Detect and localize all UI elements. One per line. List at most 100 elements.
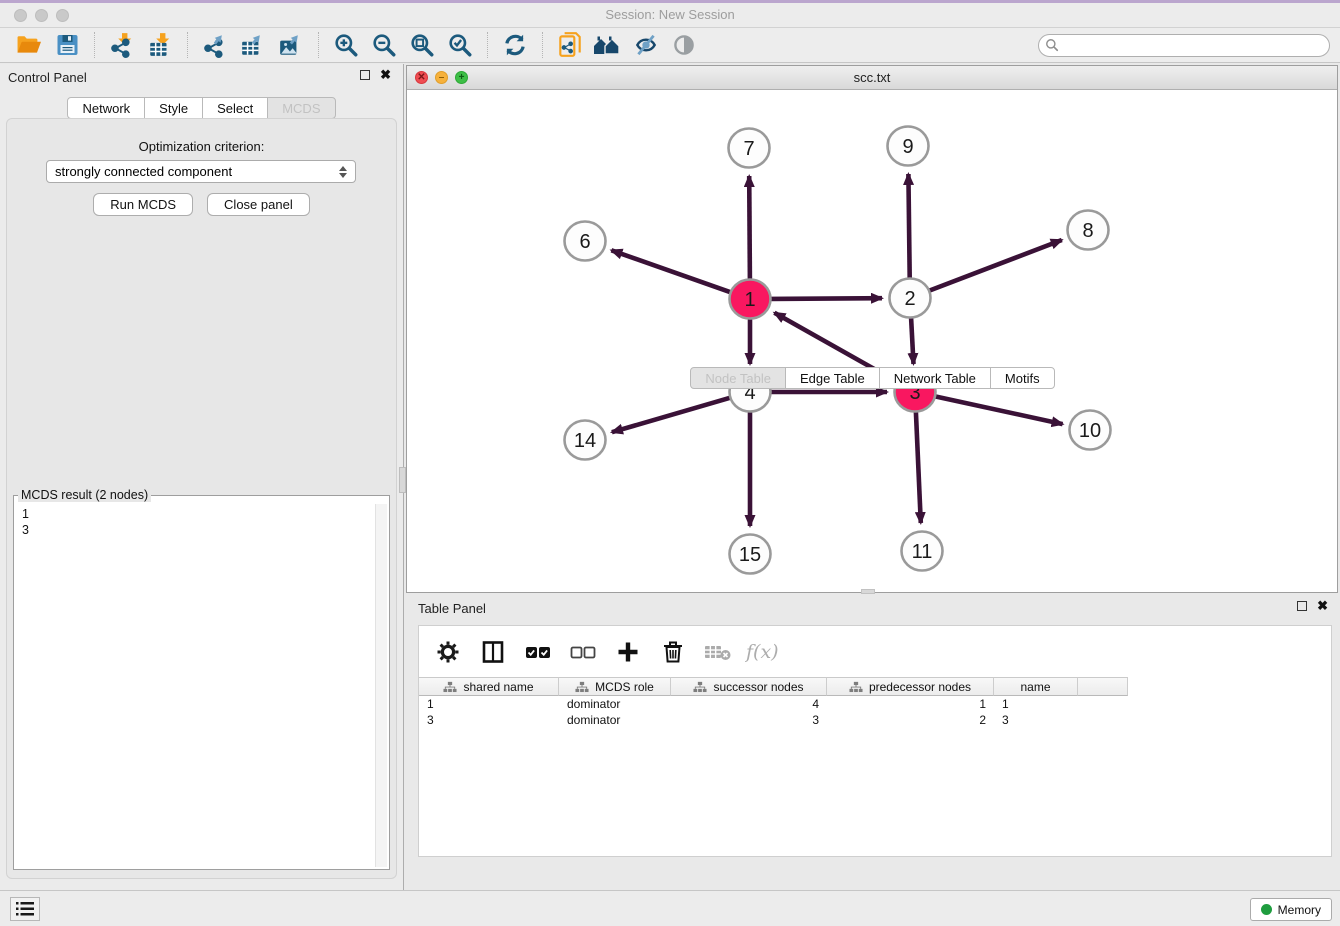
graph-edge[interactable] bbox=[929, 240, 1062, 291]
table-row[interactable]: 1dominator411 bbox=[419, 697, 1331, 713]
graph-edge[interactable] bbox=[611, 250, 731, 292]
table-cell[interactable]: 3 bbox=[419, 713, 559, 729]
svg-text:f(x): f(x) bbox=[745, 641, 779, 663]
deselect-all-button[interactable] bbox=[568, 637, 598, 667]
table-cell[interactable]: dominator bbox=[559, 697, 671, 713]
export-image-icon bbox=[277, 32, 305, 58]
close-panel-icon[interactable]: ✖ bbox=[380, 70, 391, 80]
graph-node[interactable]: 1 bbox=[730, 280, 771, 319]
graph-node[interactable]: 9 bbox=[888, 127, 929, 166]
column-header[interactable]: shared name bbox=[419, 677, 559, 696]
clone-network-button[interactable] bbox=[554, 30, 586, 60]
task-history-button[interactable] bbox=[10, 897, 40, 921]
graph-edge[interactable] bbox=[749, 176, 750, 279]
add-button[interactable] bbox=[613, 637, 643, 667]
tree-icon bbox=[849, 681, 863, 693]
columns-button[interactable] bbox=[478, 637, 508, 667]
graph-node[interactable]: 7 bbox=[729, 129, 770, 168]
zoom-in-button[interactable] bbox=[330, 30, 362, 60]
float-table-panel-icon[interactable] bbox=[1297, 601, 1307, 611]
svg-text:8: 8 bbox=[1082, 220, 1093, 242]
graph-edge[interactable] bbox=[911, 318, 913, 364]
import-table-icon bbox=[147, 32, 173, 58]
column-header[interactable]: predecessor nodes bbox=[827, 677, 994, 696]
delete-button[interactable] bbox=[658, 637, 688, 667]
table-cell[interactable]: 3 bbox=[671, 713, 827, 729]
import-table-button[interactable] bbox=[144, 30, 176, 60]
import-network-button[interactable] bbox=[106, 30, 138, 60]
table-cell[interactable]: 1 bbox=[994, 697, 1078, 713]
optimization-dropdown[interactable]: strongly connected component bbox=[46, 160, 356, 183]
zoom-out-button[interactable] bbox=[368, 30, 400, 60]
graphics-details-button[interactable] bbox=[630, 30, 662, 60]
tab-select[interactable]: Select bbox=[202, 97, 268, 119]
table-row[interactable]: 3dominator323 bbox=[419, 713, 1331, 729]
graph-edge[interactable] bbox=[612, 398, 731, 433]
tab-network[interactable]: Network bbox=[67, 97, 145, 119]
column-header[interactable] bbox=[1078, 677, 1128, 696]
graph-node[interactable]: 2 bbox=[890, 279, 931, 318]
run-mcds-button[interactable]: Run MCDS bbox=[93, 193, 193, 216]
save-session-button[interactable] bbox=[51, 30, 83, 60]
network-window-titlebar[interactable]: ✕ – + scc.txt bbox=[407, 66, 1337, 90]
export-image-button[interactable] bbox=[275, 30, 307, 60]
graph-edge[interactable] bbox=[916, 412, 921, 523]
tab-node-table[interactable]: Node Table bbox=[690, 367, 786, 389]
close-panel-button[interactable]: Close panel bbox=[207, 193, 310, 216]
settings-button[interactable] bbox=[433, 637, 463, 667]
tab-edge-table[interactable]: Edge Table bbox=[785, 367, 880, 389]
table-panel-tabs: Node TableEdge TableNetwork TableMotifs bbox=[405, 367, 1340, 389]
graph-edge[interactable] bbox=[770, 298, 882, 299]
zoom-selected-button[interactable] bbox=[444, 30, 476, 60]
table-cell[interactable]: dominator bbox=[559, 713, 671, 729]
home-button[interactable] bbox=[592, 30, 624, 60]
export-table-button[interactable] bbox=[237, 30, 269, 60]
main-toolbar bbox=[0, 28, 1340, 63]
refresh-button[interactable] bbox=[499, 30, 531, 60]
table-cell[interactable]: 1 bbox=[419, 697, 559, 713]
float-panel-icon[interactable] bbox=[360, 70, 370, 80]
select-all-button[interactable] bbox=[523, 637, 553, 667]
open-file-button[interactable] bbox=[13, 30, 45, 60]
column-header[interactable]: name bbox=[994, 677, 1078, 696]
zoom-fit-button[interactable] bbox=[406, 30, 438, 60]
main-titlebar[interactable]: Session: New Session bbox=[0, 3, 1340, 28]
table-cell[interactable]: 1 bbox=[827, 697, 994, 713]
graph-edge[interactable] bbox=[908, 174, 909, 278]
memory-button[interactable]: Memory bbox=[1250, 898, 1332, 921]
graph-node[interactable]: 14 bbox=[565, 421, 606, 460]
close-table-panel-icon[interactable]: ✖ bbox=[1317, 601, 1328, 611]
column-header[interactable]: successor nodes bbox=[671, 677, 827, 696]
svg-text:2: 2 bbox=[904, 288, 915, 310]
toolbar-separator bbox=[318, 32, 319, 58]
mcds-result-list[interactable]: 13 bbox=[16, 504, 387, 867]
column-header[interactable]: MCDS role bbox=[559, 677, 671, 696]
zoom-selected-icon bbox=[447, 32, 473, 58]
table-header-row: shared nameMCDS rolesuccessor nodesprede… bbox=[419, 677, 1128, 696]
graph-node[interactable]: 11 bbox=[902, 532, 943, 571]
network-canvas[interactable]: 7968124314101511 bbox=[407, 90, 1337, 592]
result-scrollbar[interactable] bbox=[375, 504, 387, 867]
tab-style[interactable]: Style bbox=[144, 97, 203, 119]
horizontal-splitter-handle[interactable] bbox=[861, 589, 875, 594]
toolbar-separator bbox=[94, 32, 95, 58]
tab-network-table[interactable]: Network Table bbox=[879, 367, 991, 389]
search-input[interactable] bbox=[1038, 34, 1330, 57]
zoom-fit-icon bbox=[409, 32, 435, 58]
export-network-button[interactable] bbox=[199, 30, 231, 60]
graph-node[interactable]: 10 bbox=[1070, 411, 1111, 450]
graph-node[interactable]: 6 bbox=[565, 222, 606, 261]
tab-motifs[interactable]: Motifs bbox=[990, 367, 1055, 389]
table-cell[interactable]: 3 bbox=[994, 713, 1078, 729]
table-cell[interactable] bbox=[1078, 697, 1128, 713]
graph-edge[interactable] bbox=[935, 396, 1063, 424]
import-network-icon bbox=[109, 32, 135, 58]
table-cell[interactable] bbox=[1078, 713, 1128, 729]
search-icon bbox=[1045, 38, 1059, 52]
table-cell[interactable]: 4 bbox=[671, 697, 827, 713]
graph-node[interactable]: 8 bbox=[1068, 211, 1109, 250]
tab-mcds[interactable]: MCDS bbox=[267, 97, 335, 119]
birds-eye-button[interactable] bbox=[668, 30, 700, 60]
graph-node[interactable]: 15 bbox=[730, 535, 771, 574]
table-cell[interactable]: 2 bbox=[827, 713, 994, 729]
